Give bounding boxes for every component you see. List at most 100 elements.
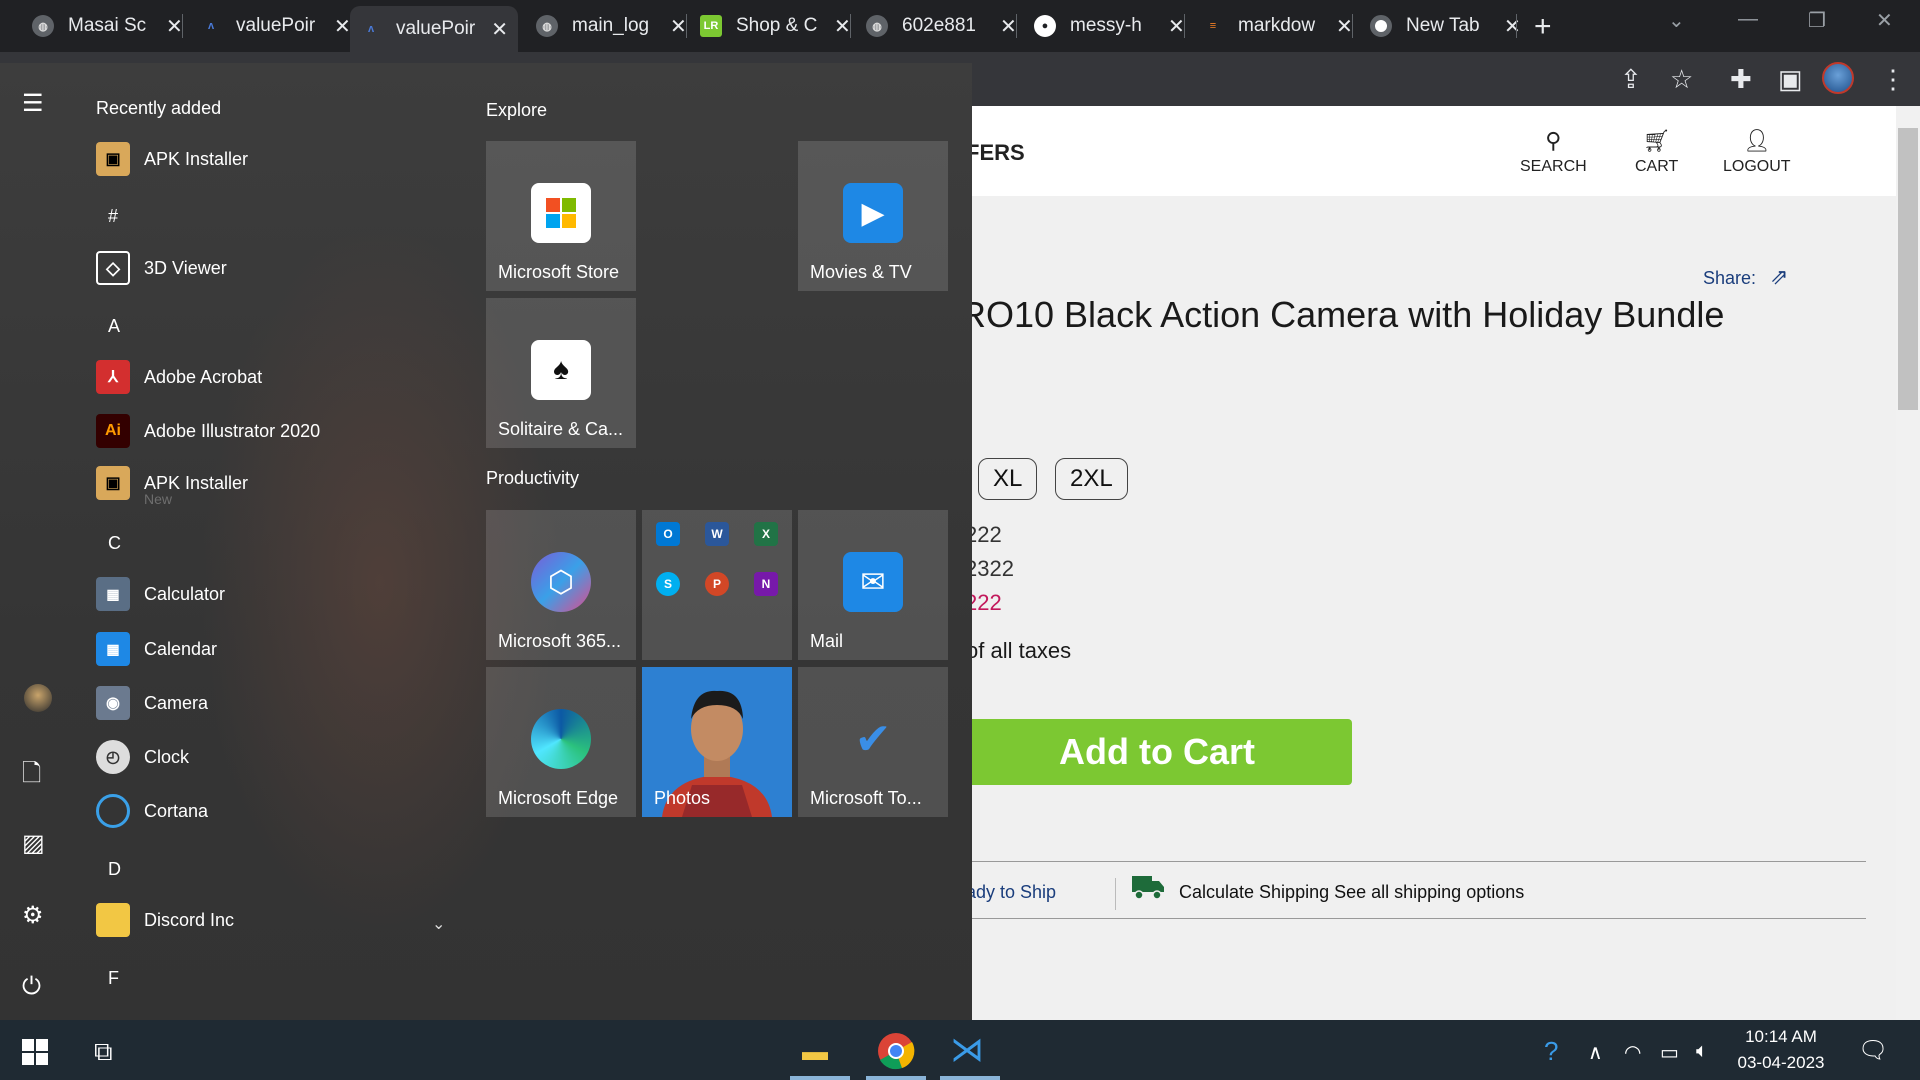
battery-icon[interactable]: ▭ [1660, 1040, 1679, 1065]
tile-movies-tv[interactable]: ▶ Movies & TV [798, 141, 948, 291]
app-cortana[interactable]: Cortana [96, 789, 208, 833]
size-option-2xl[interactable]: 2XL [1055, 458, 1128, 500]
tile-microsoft-todo[interactable]: ✔ Microsoft To... [798, 667, 948, 817]
tab-title: valuePoir [236, 15, 316, 36]
bookmark-star-icon[interactable]: ☆ [1670, 64, 1693, 95]
app-3d-viewer[interactable]: ◇ 3D Viewer [96, 246, 227, 290]
active-indicator [866, 1076, 926, 1080]
close-tab-icon[interactable]: ✕ [1504, 14, 1521, 39]
tile-microsoft-edge[interactable]: Microsoft Edge [486, 667, 636, 817]
close-tab-icon[interactable]: ✕ [670, 14, 687, 39]
profile-avatar[interactable] [1822, 62, 1854, 94]
scrollbar-thumb[interactable] [1898, 128, 1918, 410]
letter-header[interactable]: C [108, 533, 121, 554]
tile-mail[interactable]: ✉ Mail [798, 510, 948, 660]
browser-tab-active[interactable]: ʌ valuePoir ✕ [350, 6, 518, 52]
app-camera[interactable]: ◉ Camera [96, 681, 208, 725]
notifications-icon[interactable]: 🗨︎ [1858, 1036, 1888, 1065]
pictures-icon[interactable]: ▨ [22, 829, 45, 858]
skype-icon[interactable]: S [656, 572, 680, 596]
excel-icon[interactable]: X [754, 522, 778, 546]
app-adobe-acrobat[interactable]: ⅄ Adobe Acrobat [96, 355, 262, 399]
tab-title: New Tab [1406, 15, 1480, 36]
share-page-icon[interactable]: ⇪ [1620, 64, 1642, 95]
windows-start-icon[interactable] [22, 1039, 48, 1065]
minimize-icon[interactable]: — [1738, 8, 1758, 31]
browser-tab[interactable]: ʌ valuePoir ✕ [190, 8, 361, 44]
nav-cart[interactable]: 🛒︎ CART [1635, 128, 1678, 176]
tile-solitaire[interactable]: ♠ Solitaire & Ca... [486, 298, 636, 448]
browser-tab[interactable]: ◍ main_log ✕ [526, 8, 697, 44]
store-icon [531, 183, 591, 243]
onenote-icon[interactable]: N [754, 572, 778, 596]
nav-search[interactable]: ⚲ SEARCH [1520, 128, 1587, 176]
help-icon[interactable]: ? [1544, 1036, 1558, 1067]
acrobat-icon: ⅄ [96, 360, 130, 394]
browser-tab[interactable]: ◍ 602e881 ✕ [856, 8, 1027, 44]
extensions-icon[interactable]: ✚ [1730, 64, 1752, 95]
active-indicator [790, 1076, 850, 1080]
close-tab-icon[interactable]: ✕ [166, 14, 183, 39]
settings-gear-icon[interactable]: ⚙ [22, 901, 44, 930]
browser-tab[interactable]: ≡ markdow ✕ [1192, 8, 1363, 44]
chevron-down-icon[interactable]: ⌄ [432, 914, 445, 934]
app-discord-folder[interactable]: Discord Inc [96, 898, 234, 942]
close-tab-icon[interactable]: ✕ [334, 14, 351, 39]
browser-tab[interactable]: New Tab ✕ [1360, 8, 1531, 44]
volume-icon[interactable]: 🔈︎ [1696, 1040, 1708, 1063]
tile-microsoft-365[interactable]: ⬡ Microsoft 365... [486, 510, 636, 660]
app-adobe-illustrator[interactable]: Ai Adobe Illustrator 2020 [96, 409, 320, 453]
close-window-icon[interactable]: ✕ [1876, 8, 1893, 33]
outlook-icon[interactable]: O [656, 522, 680, 546]
tab-divider [182, 14, 183, 38]
add-to-cart-button[interactable]: Add to Cart [962, 719, 1352, 785]
side-panel-icon[interactable]: ▣ [1778, 64, 1803, 95]
word-icon[interactable]: W [705, 522, 729, 546]
user-avatar[interactable] [24, 684, 52, 712]
tab-search-icon[interactable]: ⌄ [1668, 8, 1685, 33]
app-apk-installer-2[interactable]: ▣ APK Installer [96, 461, 248, 505]
app-calendar[interactable]: ▦ Calendar [96, 627, 217, 671]
chrome-icon [1370, 15, 1392, 37]
vscode-icon[interactable]: ⋊ [950, 1030, 984, 1070]
letter-header[interactable]: D [108, 859, 121, 880]
system-clock[interactable]: 10:14 AM 03-04-2023 [1736, 1024, 1826, 1076]
power-icon[interactable]: ⏻ [22, 973, 41, 1001]
file-explorer-icon[interactable]: ▬ [802, 1036, 828, 1067]
app-apk-installer[interactable]: ▣ APK Installer [96, 137, 248, 181]
close-tab-icon[interactable]: ✕ [1336, 14, 1353, 39]
site-brand[interactable]: FERS [966, 140, 1025, 166]
tile-photos[interactable]: Photos [642, 667, 792, 817]
documents-icon[interactable]: 🗋︎ [22, 756, 41, 797]
restore-icon[interactable]: ❐ [1808, 8, 1826, 33]
powerpoint-icon[interactable]: P [705, 572, 729, 596]
shipping-options-link[interactable]: Calculate Shipping See all shipping opti… [1179, 882, 1524, 903]
browser-tab[interactable]: ◍ Masai Sc ✕ [22, 8, 193, 44]
task-view-icon[interactable]: ⧉ [94, 1036, 113, 1068]
close-tab-icon[interactable]: ✕ [1000, 14, 1017, 39]
show-hidden-icons-chevron[interactable]: ∧ [1588, 1040, 1603, 1065]
close-tab-icon[interactable]: ✕ [834, 14, 851, 39]
browser-tab[interactable]: ● messy-h ✕ [1024, 8, 1195, 44]
browser-tab[interactable]: LR Shop & C ✕ [690, 8, 861, 44]
more-menu-icon[interactable]: ⋮ [1880, 64, 1906, 95]
app-calculator[interactable]: ▦ Calculator [96, 572, 225, 616]
size-option-xl[interactable]: XL [978, 458, 1038, 500]
app-clock[interactable]: ◴ Clock [96, 735, 189, 779]
ready-to-ship-link[interactable]: ady to Ship [966, 882, 1056, 903]
share-icon[interactable]: ⇗ [1770, 264, 1788, 290]
nav-logout[interactable]: 👤︎ LOGOUT [1723, 128, 1791, 176]
close-tab-icon[interactable]: ✕ [491, 17, 508, 42]
chrome-icon[interactable] [877, 1032, 915, 1070]
letter-header[interactable]: # [108, 206, 118, 227]
taxes-note: of all taxes [966, 638, 1072, 663]
letter-header[interactable]: F [108, 968, 119, 989]
share-label: Share: [1703, 268, 1757, 288]
tile-office-apps[interactable]: O W X S P N [642, 510, 792, 660]
close-tab-icon[interactable]: ✕ [1168, 14, 1185, 39]
hamburger-menu-icon[interactable]: ☰ [22, 89, 44, 118]
letter-header[interactable]: A [108, 316, 120, 337]
new-tab-icon[interactable]: + [1534, 10, 1552, 44]
tile-microsoft-store[interactable]: Microsoft Store [486, 141, 636, 291]
wifi-icon[interactable]: ◠ [1624, 1040, 1641, 1065]
